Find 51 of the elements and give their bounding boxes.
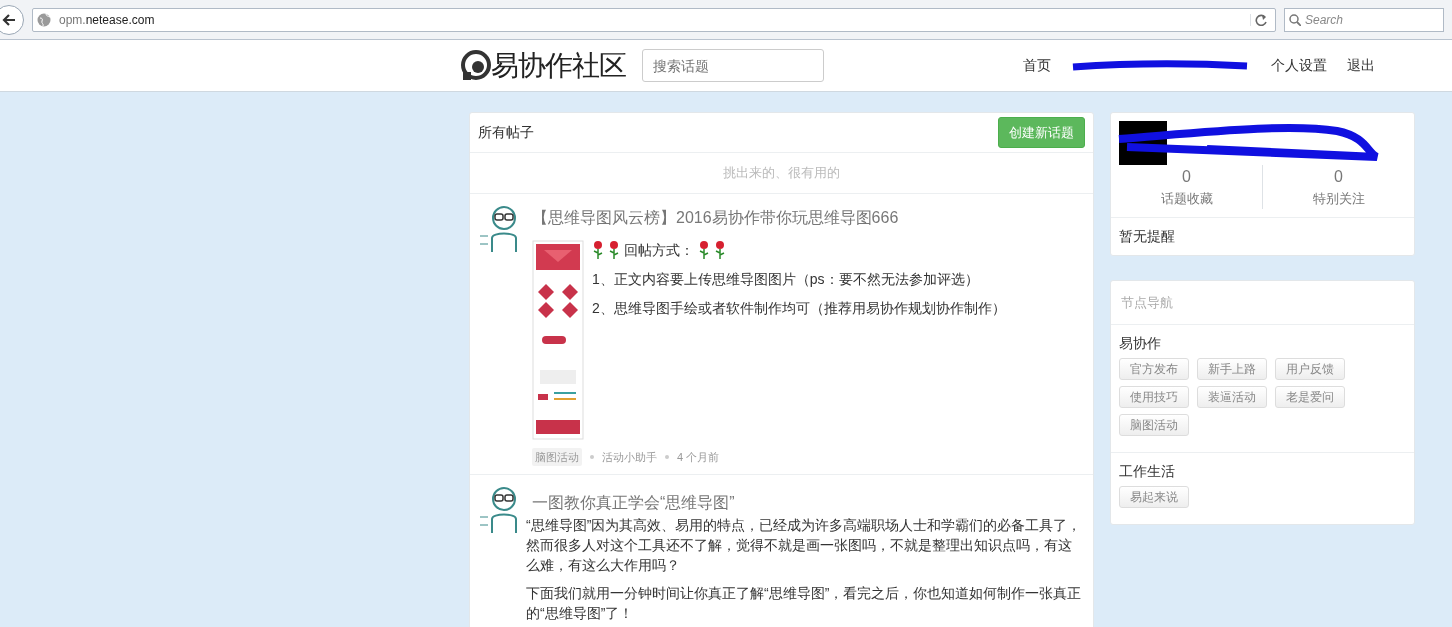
nav-link[interactable]: 退出	[1347, 55, 1375, 76]
post-author[interactable]: 活动小助手	[602, 448, 657, 465]
stat-label[interactable]: 特别关注	[1263, 189, 1414, 209]
notice-text: 暂无提醒	[1118, 226, 1176, 246]
search-placeholder: Search	[1305, 11, 1344, 29]
reload-icon	[1255, 13, 1267, 26]
post-time: 4 个月前	[677, 449, 720, 465]
post-paragraph: 下面我们就用一分钟时间让你真正了解“思维导图”，看完之后，你也知道如何制作一张真正的“思维导图”了！	[526, 584, 1083, 623]
separator-dot	[590, 454, 594, 459]
node-tag[interactable]: 新手上路	[1197, 358, 1267, 380]
nav-link[interactable]: 个人设置	[1271, 55, 1327, 76]
site-logo[interactable]: 易协作社区	[461, 44, 626, 87]
search-field[interactable]: 搜索话题	[642, 49, 824, 82]
search-field[interactable]: Search	[1284, 7, 1444, 32]
post-text-line: 2、思维导图手绘或者软件制作均可（推荐用易协作规划协作制作）	[592, 298, 1006, 318]
post-title[interactable]: 一图教你真正学会“思维导图”	[532, 491, 1085, 515]
nav-link[interactable]: 首页	[1023, 55, 1051, 76]
stat-count: 0	[1181, 167, 1192, 187]
post-text-line: 1、正文内容要上传思维导图图片（ps：要不然无法参加评选）	[592, 269, 980, 289]
panel-subtitle: 挑出来的、很有用的	[470, 153, 1093, 194]
url-text: opm.netease.com	[59, 11, 156, 29]
node-tag[interactable]: 易起来说	[1119, 486, 1189, 508]
back-button[interactable]	[0, 4, 24, 35]
logo-icon	[461, 49, 491, 82]
nav-card-title: 节点导航	[1111, 280, 1414, 325]
node-tag[interactable]: 老是爱问	[1275, 386, 1345, 408]
rose-icon	[592, 240, 604, 260]
post-paragraph: “思维导图”因为其高效、易用的特点，已经成为许多高端职场人士和学霸们的必备工具了，然而很多人对这个工具还不了解，觉得不就是画一张图吗，不就是整理出知识点吗，有这么难，有这么大作用吗？	[526, 516, 1083, 575]
node-tag[interactable]: 官方发布	[1119, 358, 1189, 380]
rose-icon	[698, 240, 710, 260]
search-icon	[1289, 13, 1301, 26]
node-group-title: 工作生活	[1119, 462, 1176, 481]
node-tag[interactable]: 装逼活动	[1197, 386, 1267, 408]
rose-icon	[714, 240, 726, 260]
new-topic-button[interactable]: 创建新话题	[998, 116, 1085, 149]
stat-label[interactable]: 话题收藏	[1111, 189, 1262, 209]
stat-count: 0	[1333, 167, 1344, 187]
panel-title: 所有帖子	[478, 123, 534, 142]
logo-text: 易协作社区	[491, 48, 626, 83]
topic-tag[interactable]: 脑图活动	[532, 447, 582, 466]
post-title[interactable]: 【思维导图风云榜】2016易协作带你玩思维导图666	[532, 205, 1085, 230]
node-tag[interactable]: 用户反馈	[1275, 358, 1345, 380]
globe-icon	[37, 12, 51, 27]
node-group-title: 易协作	[1119, 334, 1162, 353]
back-arrow-icon	[1, 12, 17, 27]
node-tag[interactable]: 使用技巧	[1119, 386, 1189, 408]
node-tag[interactable]: 脑图活动	[1119, 414, 1189, 436]
address-bar[interactable]: opm.netease.com	[32, 7, 1276, 32]
reply-method-heading: 回帖方式：	[624, 240, 694, 260]
rose-icon	[608, 240, 620, 260]
separator-dot	[665, 454, 669, 459]
